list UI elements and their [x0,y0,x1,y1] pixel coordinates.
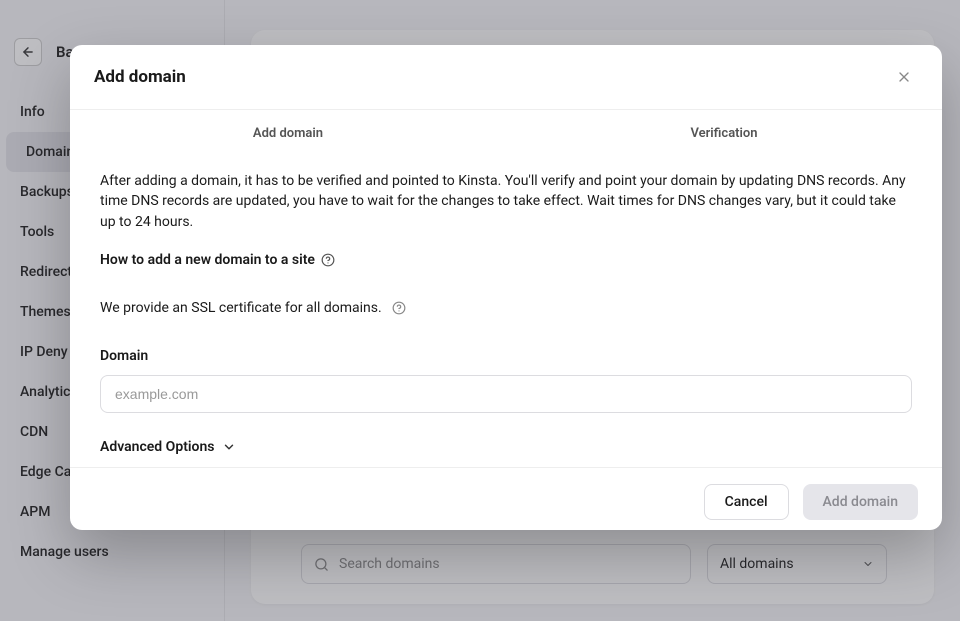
help-link[interactable]: How to add a new domain to a site [100,250,912,270]
add-domain-modal: Add domain Add domain Verification After… [70,45,942,530]
step-add-domain: Add domain [70,126,506,149]
help-icon [321,253,335,267]
help-link-text: How to add a new domain to a site [100,250,315,270]
ssl-info: We provide an SSL certificate for all do… [100,298,912,318]
modal-footer: Cancel Add domain [70,467,942,530]
close-icon[interactable] [896,69,912,85]
ssl-text: We provide an SSL certificate for all do… [100,298,382,318]
modal-title: Add domain [94,67,186,87]
chevron-down-icon [222,440,236,454]
modal-stepper: Add domain Verification [70,110,942,149]
help-icon[interactable] [392,301,406,315]
step-verification: Verification [506,126,942,149]
advanced-options-toggle[interactable]: Advanced Options [100,437,912,457]
modal-header: Add domain [70,45,942,110]
domain-label: Domain [100,346,912,366]
domain-input[interactable] [100,375,912,413]
modal-body: After adding a domain, it has to be veri… [70,149,942,467]
intro-text: After adding a domain, it has to be veri… [100,171,912,232]
add-domain-button[interactable]: Add domain [803,484,918,520]
advanced-label: Advanced Options [100,437,214,457]
cancel-button[interactable]: Cancel [704,484,789,520]
